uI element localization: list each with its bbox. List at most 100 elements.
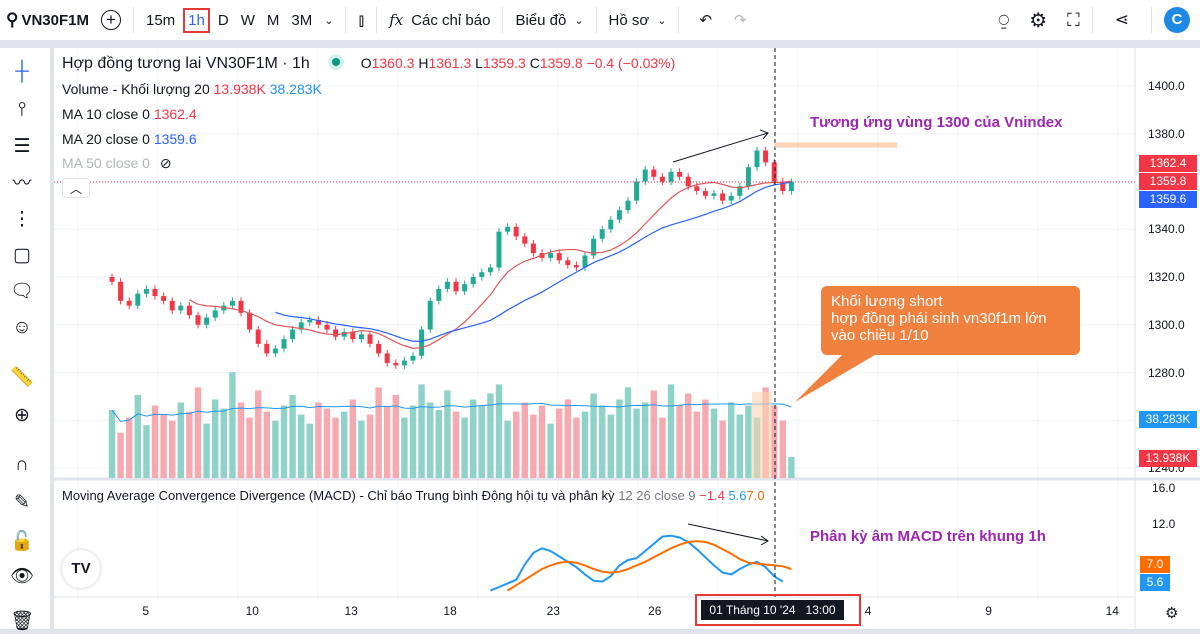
candle — [599, 229, 605, 239]
candle — [367, 334, 373, 344]
annotation-box[interactable]: Khối lượng short hợp đồng phái sinh vn30… — [821, 286, 1080, 355]
ma20-price-label: 1359.6 — [1139, 191, 1197, 208]
annotation-box-line: hợp đồng phái sinh vn30f1m lớn — [831, 310, 1047, 327]
close-label: C — [529, 55, 540, 71]
candle — [659, 176, 665, 182]
candle — [685, 176, 691, 187]
candle — [186, 305, 192, 316]
candle — [479, 272, 485, 277]
ma10-value: 1362.4 — [153, 106, 197, 122]
volume-bar — [521, 402, 528, 478]
volume-ma-value: 38.283K — [269, 81, 322, 97]
ma20-value: 1359.6 — [153, 131, 197, 147]
ma10-legend[interactable]: MA 10 close 0 1362.4 — [62, 106, 197, 122]
collapse-legend-button[interactable]: ︿ — [62, 178, 90, 198]
ma50-legend[interactable]: MA 50 close 0 ⊘ — [62, 155, 172, 172]
volume-bar — [435, 410, 442, 478]
candle — [272, 348, 278, 354]
chart-title: Hợp đồng tương lai VN30F1M · 1h — [62, 55, 310, 72]
ma20-legend[interactable]: MA 20 close 0 1359.6 — [62, 131, 197, 147]
gear-icon: ⚙ — [1165, 605, 1179, 622]
candle — [702, 191, 708, 196]
volume-bar — [349, 399, 356, 478]
eye-off-icon[interactable]: ⊘ — [160, 155, 172, 171]
open-value: 1360.3 — [371, 55, 415, 71]
candle — [229, 300, 235, 306]
price-tick: 1280.0 — [1148, 365, 1185, 380]
close-price-label: 1359.8 — [1139, 173, 1197, 190]
tradingview-logo[interactable]: TV — [62, 550, 100, 588]
candle — [496, 231, 502, 268]
volume-bar — [650, 390, 657, 478]
annotation-macd[interactable]: Phân kỳ âm MACD trên khung 1h — [810, 528, 1046, 545]
volume-bar — [255, 390, 262, 478]
volume-bar — [633, 408, 640, 478]
macd-label-right: 5.6 — [1140, 574, 1170, 591]
price-tick: 1380.0 — [1148, 126, 1185, 141]
candle — [109, 277, 115, 282]
volume-bar — [564, 399, 571, 478]
volume-bar — [409, 405, 417, 478]
time-tick: 14 — [1105, 604, 1119, 618]
volume-bar — [461, 417, 468, 478]
callout-pointer — [795, 352, 880, 402]
candle — [677, 171, 683, 177]
candle — [711, 193, 717, 196]
arrow-line — [672, 132, 769, 163]
candle — [436, 288, 442, 301]
volume-bar — [710, 408, 718, 478]
candle — [548, 253, 554, 258]
volume-bar — [237, 402, 245, 478]
candle — [169, 300, 175, 311]
volume-bar — [788, 456, 795, 478]
price-tick: 1300.0 — [1148, 317, 1185, 332]
volume-bar — [392, 394, 399, 478]
volume-bar — [160, 414, 167, 478]
arrow-line — [687, 523, 769, 542]
volume-bar — [427, 402, 434, 478]
candle — [393, 362, 399, 366]
candle — [255, 329, 261, 344]
time-tick: 4 — [864, 604, 872, 618]
candle — [470, 277, 476, 285]
candle — [410, 355, 416, 361]
volume-bar — [745, 405, 752, 478]
candle — [247, 312, 253, 330]
time-axis-settings[interactable]: ⚙ — [1165, 604, 1178, 622]
macd-legend[interactable]: Moving Average Convergence Divergence (M… — [62, 488, 765, 503]
volume-bar — [169, 420, 176, 478]
close-value: 1359.8 — [539, 55, 583, 71]
ma10-price-label: 1362.4 — [1139, 155, 1197, 172]
signal-label: 7.0 — [1140, 556, 1170, 573]
volume-legend[interactable]: Volume - Khối lượng 20 13.938K 38.283K — [62, 81, 322, 97]
volume-bar — [143, 425, 150, 478]
volume-bar — [341, 411, 348, 478]
candle — [376, 343, 382, 354]
candle — [625, 200, 631, 211]
market-status-icon — [332, 58, 341, 66]
volume-bar — [530, 414, 537, 478]
volume-bar — [736, 414, 743, 478]
candle — [530, 243, 536, 254]
macd-value: 5.6 — [728, 488, 747, 503]
volume-bar — [538, 405, 546, 478]
volume-bar — [401, 417, 408, 478]
volume-bar — [487, 393, 494, 478]
price-tick: 1340.0 — [1148, 222, 1185, 237]
candle — [118, 281, 124, 301]
volume-value: 13.938K — [213, 81, 266, 97]
annotation-top[interactable]: Tương ứng vùng 1300 của Vnindex — [810, 114, 1062, 131]
candle — [763, 150, 769, 163]
candle — [126, 300, 132, 306]
main-legend: Hợp đồng tương lai VN30F1M · 1h O1360.3 … — [62, 55, 675, 73]
volume-bar — [719, 420, 726, 478]
candle — [505, 226, 511, 232]
high-label: H — [418, 55, 429, 71]
candle — [728, 195, 734, 201]
volume-bar — [246, 417, 253, 478]
time-tick: 9 — [985, 604, 992, 618]
time-tick: 13 — [344, 604, 358, 618]
candle — [771, 162, 777, 182]
macd-label: Moving Average Convergence Divergence (M… — [62, 488, 615, 503]
annotation-box-line: Khối lượng short — [831, 293, 943, 310]
